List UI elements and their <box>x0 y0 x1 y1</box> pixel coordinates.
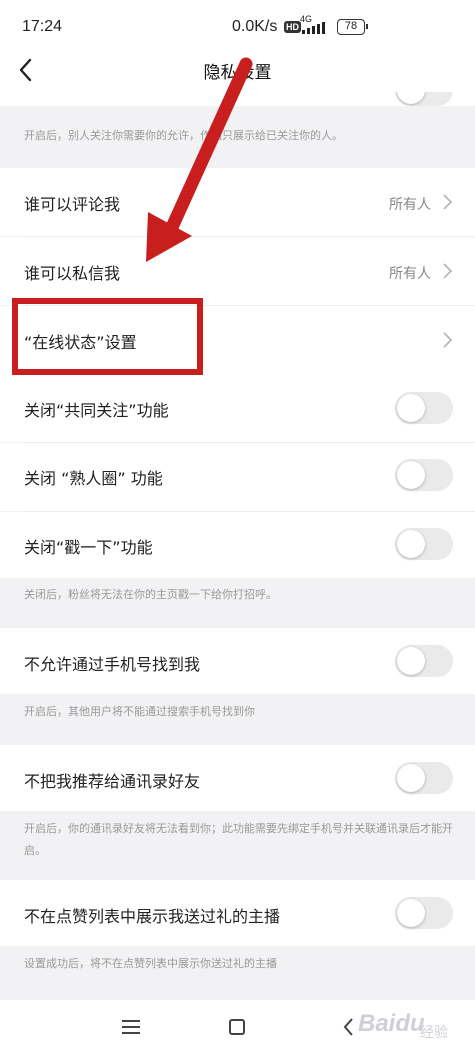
page-title: 隐私设置 <box>203 63 272 83</box>
settings-row-phone-search: 不允许通过手机号找到我 <box>0 628 475 694</box>
row-label: 关闭 “熟人圈” 功能 <box>24 469 163 488</box>
row-label: 关闭“共同关注”功能 <box>24 401 169 420</box>
mutual-follow-toggle[interactable] <box>395 392 453 424</box>
battery-icon: 78 <box>337 19 368 35</box>
settings-row-message[interactable]: 谁可以私信我 所有人 <box>0 237 475 305</box>
acquaintance-toggle[interactable] <box>395 459 453 491</box>
baidu-watermark: Baidu <box>358 1010 425 1037</box>
row-label: 不把我推荐给通讯录好友 <box>24 772 201 791</box>
chevron-right-icon <box>443 332 453 348</box>
baidu-watermark-sub: 经验 <box>420 1025 448 1041</box>
row-label: 不在点赞列表中展示我送过礼的主播 <box>24 907 281 926</box>
settings-row-mutual-follow: 关闭“共同关注”功能 <box>0 374 475 442</box>
status-bar: 17:24 0.0K/s HD 4G 78 <box>0 0 475 50</box>
row-label: 谁可以评论我 <box>24 195 121 214</box>
settings-row-gift-list: 不在点赞列表中展示我送过礼的主播 <box>0 880 475 946</box>
note-contacts: 开启后，你的通讯录好友将无法看到你；此功能需要先绑定手机号并关联通讯录后才能开启… <box>24 822 453 857</box>
phone-search-toggle[interactable] <box>395 645 453 677</box>
chevron-right-icon <box>443 194 453 210</box>
nav-bar: 隐私设置 <box>0 50 475 92</box>
gift-list-toggle[interactable] <box>395 897 453 929</box>
note-top: 开启后，别人关注你需要你的允许，作品只展示给已关注你的人。 <box>24 129 343 142</box>
menu-icon[interactable] <box>118 1014 144 1040</box>
settings-row-acquaintance: 关闭 “熟人圈” 功能 <box>0 443 475 511</box>
settings-row-contacts-recommend: 不把我推荐给通讯录好友 <box>0 745 475 811</box>
settings-row-poke: 关闭“戳一下”功能 <box>0 512 475 578</box>
note-phone: 开启后，其他用户将不能通过搜索手机号找到你 <box>24 705 255 718</box>
row-label: 关闭“戳一下”功能 <box>24 538 153 557</box>
row-label: 不允许通过手机号找到我 <box>24 655 201 674</box>
annotation-highlight-box <box>12 298 203 375</box>
contacts-recommend-toggle[interactable] <box>395 762 453 794</box>
poke-toggle[interactable] <box>395 528 453 560</box>
chevron-right-icon <box>443 263 453 279</box>
row-value: 所有人 <box>389 266 431 282</box>
top-toggle[interactable] <box>395 92 453 106</box>
note-poke: 关闭后，粉丝将无法在你的主页戳一下给你打招呼。 <box>24 588 277 601</box>
note-gift: 设置成功后，将不在点赞列表中展示你送过礼的主播 <box>24 957 277 970</box>
status-time: 17:24 <box>22 18 63 35</box>
row-value: 所有人 <box>389 197 431 213</box>
network-speed: 0.0K/s <box>232 18 278 35</box>
top-partial-row <box>0 92 475 106</box>
hd-badge: HD <box>284 21 301 33</box>
row-label: 谁可以私信我 <box>24 264 121 283</box>
home-icon[interactable] <box>224 1014 250 1040</box>
signal-icon: 4G <box>300 14 332 36</box>
settings-row-comment[interactable]: 谁可以评论我 所有人 <box>0 168 475 236</box>
